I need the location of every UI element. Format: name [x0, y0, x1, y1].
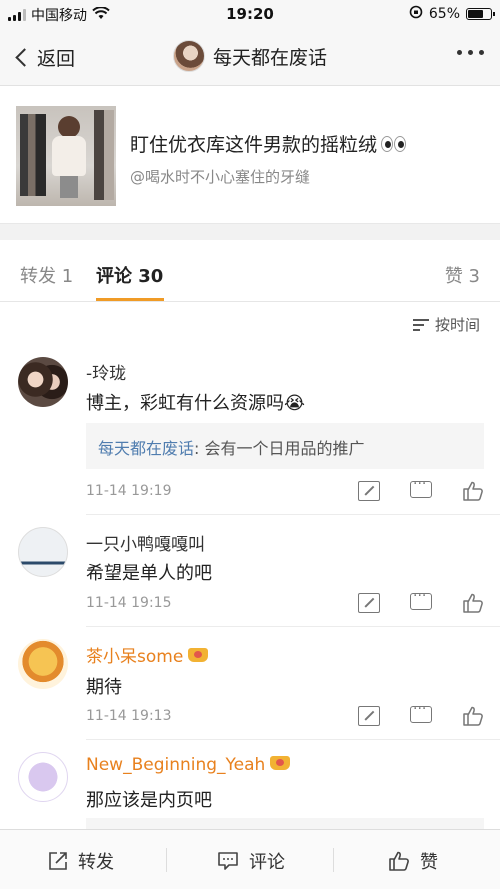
comment-actions	[358, 588, 484, 613]
eyes-emoji-icon	[381, 135, 407, 152]
comment-author-name: New_Beginning_Yeah	[86, 755, 266, 775]
reply-author[interactable]: 每天都在废话	[98, 439, 194, 458]
comment-text: 希望是单人的吧	[86, 563, 212, 584]
section-divider	[0, 224, 500, 240]
comment-author-name: 茶小呆some	[86, 647, 184, 667]
vip-crown-icon	[270, 756, 291, 770]
repost-icon	[48, 851, 68, 871]
avatar[interactable]	[18, 527, 68, 577]
comment-text: 博主，彩虹有什么资源吗😭	[86, 393, 306, 414]
comment-author[interactable]: 一只小鸭嘎嘎叫	[86, 530, 205, 555]
post-title-text: 盯住优衣库这件男款的摇粒绒	[130, 134, 378, 156]
comment-label: 评论	[249, 852, 285, 873]
divider	[86, 739, 500, 740]
reply-icon[interactable]	[410, 588, 432, 610]
tab-comment[interactable]: 评论 30	[96, 262, 500, 288]
comment-text: 那应该是内页吧	[86, 790, 212, 811]
like-icon[interactable]	[462, 593, 484, 613]
comment-button[interactable]: 评论	[217, 848, 285, 874]
avatar[interactable]	[172, 40, 205, 72]
like-icon[interactable]	[462, 706, 484, 726]
sort-label: 按时间	[434, 316, 480, 334]
comment-author[interactable]: -玲珑	[86, 359, 126, 384]
avatar[interactable]	[18, 639, 68, 689]
original-post-card[interactable]: 盯住优衣库这件男款的摇粒绒 @喝水时不小心塞住的牙缝	[0, 86, 500, 224]
sort-icon	[412, 318, 429, 331]
share-icon[interactable]	[358, 481, 380, 501]
comment-time: 11-14 19:13	[86, 708, 172, 724]
post-thumbnail[interactable]	[16, 106, 116, 206]
comment-icon	[217, 851, 239, 871]
post-title: 盯住优衣库这件男款的摇粒绒	[130, 130, 407, 157]
comment-actions	[358, 476, 484, 501]
reply-text: : 会有一个日用品的推广	[194, 439, 365, 458]
battery-percent: 65%	[428, 6, 460, 22]
divider	[166, 848, 167, 872]
post-author[interactable]: @喝水时不小心塞住的牙缝	[130, 166, 406, 187]
avatar[interactable]	[18, 752, 68, 802]
post-text: 盯住优衣库这件男款的摇粒绒 @喝水时不小心塞住的牙缝	[130, 130, 407, 187]
comment-time: 11-14 19:19	[86, 483, 172, 499]
nav-bar: 返回 每天都在废话	[0, 28, 500, 86]
repost-label: 转发	[78, 852, 114, 873]
status-bar: 中国移动 19:20 65%	[0, 0, 500, 28]
share-icon[interactable]	[358, 593, 380, 613]
active-tab-indicator	[96, 298, 164, 301]
share-icon[interactable]	[358, 706, 380, 726]
comment-author[interactable]: New_Beginning_Yeah	[86, 755, 291, 775]
comment-actions	[358, 701, 484, 726]
vip-crown-icon	[188, 648, 209, 662]
like-label: 赞	[420, 852, 438, 873]
divider	[86, 626, 500, 627]
tab-like[interactable]: 赞 3	[445, 262, 480, 288]
sort-by-time-button[interactable]: 按时间	[412, 314, 480, 335]
divider	[86, 514, 500, 515]
battery-icon	[466, 8, 495, 20]
tab-repost[interactable]: 转发 1	[20, 262, 73, 288]
reply-icon[interactable]	[410, 701, 432, 723]
more-icon[interactable]	[457, 50, 484, 55]
status-right: 65%	[409, 5, 495, 23]
rotation-lock-icon	[409, 5, 423, 23]
reply-icon[interactable]	[410, 476, 432, 498]
nav-title-group[interactable]: 每天都在废话	[0, 40, 500, 72]
tab-bar: 转发 1 评论 30 赞 3	[0, 240, 500, 302]
page-title: 每天都在废话	[212, 46, 327, 69]
comment-reply-preview[interactable]: 每天都在废话: 会有一个日用品的推广	[86, 423, 484, 469]
thumbs-up-icon	[388, 851, 410, 871]
bottom-action-bar: 转发 评论 赞	[0, 829, 500, 889]
like-icon[interactable]	[462, 481, 484, 501]
repost-button[interactable]: 转发	[48, 848, 114, 874]
comment-time: 11-14 19:15	[86, 595, 172, 611]
like-button[interactable]: 赞	[388, 848, 438, 874]
comment-author[interactable]: 茶小呆some	[86, 642, 209, 667]
divider	[333, 848, 334, 872]
avatar[interactable]	[18, 357, 68, 407]
comment-text: 期待	[86, 677, 122, 698]
